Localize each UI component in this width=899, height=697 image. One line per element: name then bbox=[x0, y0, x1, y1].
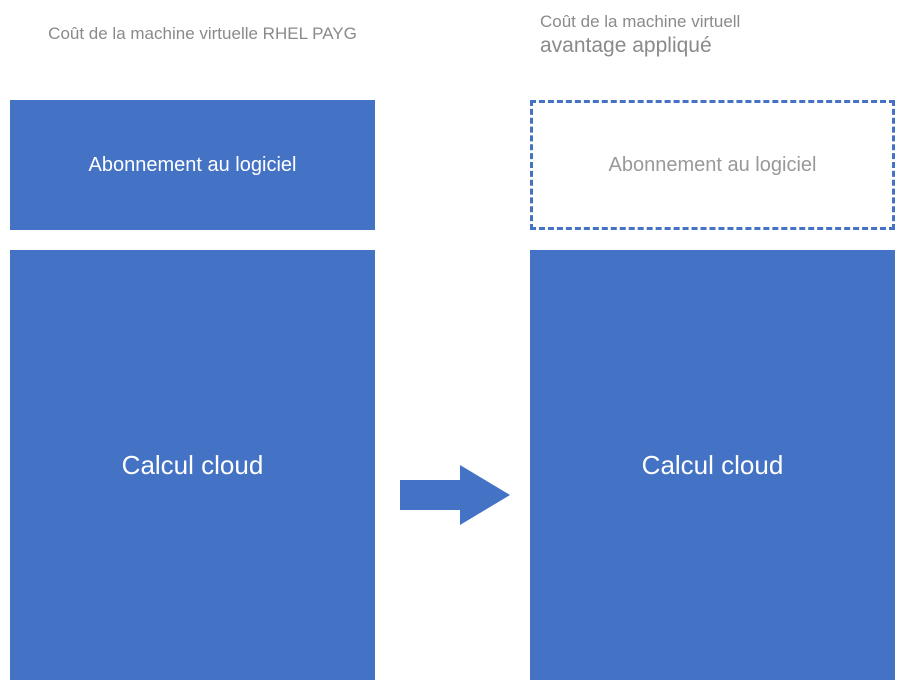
left-column: Abonnement au logiciel Calcul cloud bbox=[10, 100, 375, 680]
content-row: Abonnement au logiciel Calcul cloud Abon… bbox=[0, 90, 899, 690]
left-subscription-box: Abonnement au logiciel bbox=[10, 100, 375, 230]
right-column: Abonnement au logiciel Calcul cloud bbox=[530, 100, 895, 680]
header-right-line2: avantage appliqué bbox=[540, 34, 899, 58]
header-right-line1: Coût de la machine virtuell bbox=[540, 12, 899, 32]
left-compute-label: Calcul cloud bbox=[122, 450, 264, 481]
arrow-icon bbox=[400, 460, 510, 530]
header-left-title: Coût de la machine virtuelle RHEL PAYG bbox=[0, 24, 405, 44]
left-compute-box: Calcul cloud bbox=[10, 250, 375, 680]
right-subscription-label: Abonnement au logiciel bbox=[609, 154, 817, 177]
left-subscription-label: Abonnement au logiciel bbox=[89, 154, 297, 177]
right-compute-label: Calcul cloud bbox=[642, 450, 784, 481]
header-right-title: Coût de la machine virtuell avantage app… bbox=[540, 12, 899, 58]
right-subscription-box: Abonnement au logiciel bbox=[530, 100, 895, 230]
right-compute-box: Calcul cloud bbox=[530, 250, 895, 680]
header-row: Coût de la machine virtuelle RHEL PAYG C… bbox=[0, 0, 899, 90]
